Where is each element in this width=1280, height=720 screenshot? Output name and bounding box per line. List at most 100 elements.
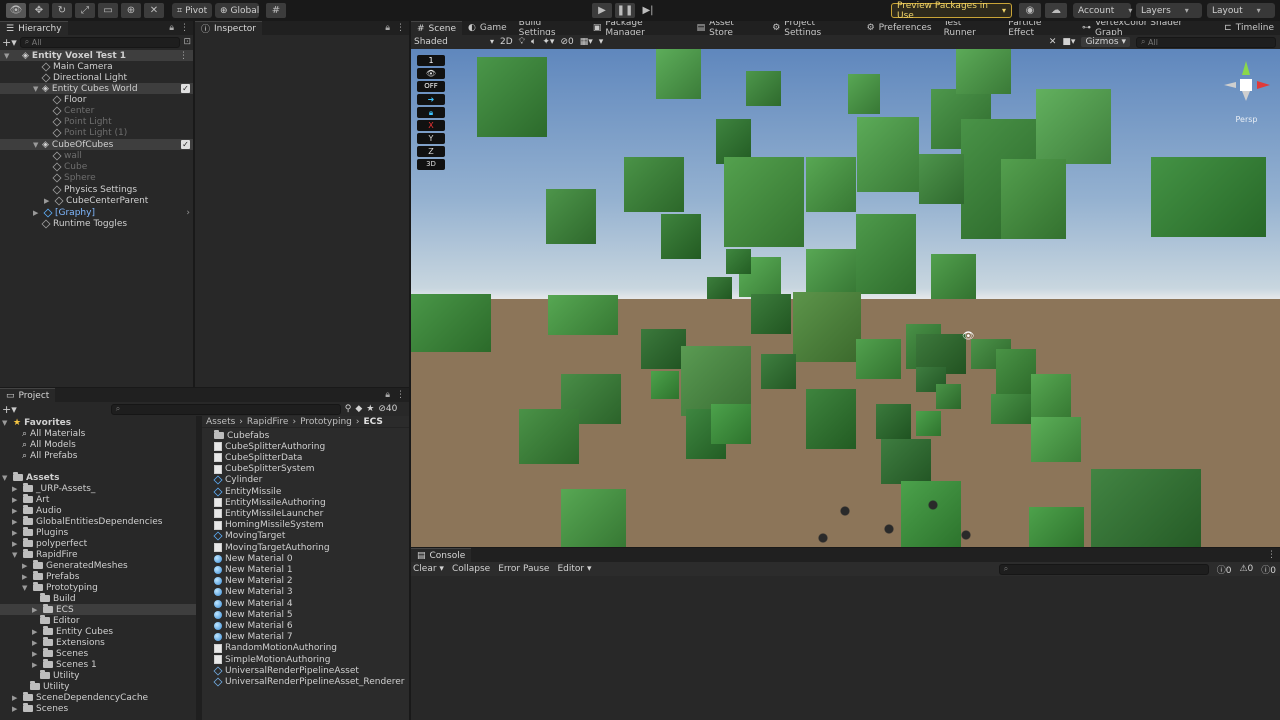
hierarchy-item-scene[interactable]: ▼ ◈ Entity Voxel Test 1 ⋮ [0, 50, 193, 61]
gizmos-dropdown[interactable]: Gizmos ▾ [1081, 37, 1130, 47]
scale-tool-icon[interactable]: ⤢ [75, 3, 95, 18]
chevron-right-icon[interactable]: ▶ [32, 661, 40, 669]
tab-build-settings[interactable]: Build Settings [513, 21, 587, 35]
account-dropdown[interactable]: Account [1073, 3, 1131, 18]
folder-item[interactable]: ▶ _URP-Assets_ [12, 483, 95, 494]
scene-search-input[interactable]: ⌕ All [1136, 36, 1276, 48]
tab-console[interactable]: ▤ Console [411, 548, 472, 562]
lock-icon[interactable]: 🔒︎ [385, 390, 390, 400]
tab-package-manager[interactable]: ▣ Package Manager [587, 21, 691, 35]
lock-icon[interactable]: 🔒︎ [417, 107, 445, 118]
cloud-icon[interactable]: ☁ [1045, 3, 1067, 18]
folder-item[interactable]: Editor [40, 615, 80, 626]
file-item[interactable]: CubeSplitterAuthoring [214, 441, 325, 452]
hierarchy-item[interactable]: Physics Settings [52, 184, 137, 195]
hierarchy-item[interactable]: Floor [52, 94, 86, 105]
file-item[interactable]: New Material 6 [214, 620, 293, 631]
tools-icon[interactable]: ✕ [1049, 37, 1057, 47]
lock-icon[interactable]: 🔒︎ [385, 23, 390, 33]
file-item[interactable]: SimpleMotionAuthoring [214, 654, 330, 665]
chevron-down-icon[interactable]: ▼ [12, 551, 20, 559]
hierarchy-item[interactable]: Runtime Toggles [41, 218, 127, 229]
folder-item[interactable]: Build [40, 593, 76, 604]
chevron-right-icon[interactable]: ▶ [12, 705, 20, 713]
scene-viewport[interactable]: 1 👁 OFF ➜ 🔒︎ X Y Z 3D Persp 👁 [411, 49, 1280, 547]
folder-item-selected[interactable]: ▶ ECS [0, 604, 196, 615]
clear-button[interactable]: Clear ▾ [413, 564, 444, 574]
chevron-right-icon[interactable]: ▶ [12, 529, 20, 537]
folder-item[interactable]: ▼ RapidFire [12, 549, 78, 560]
file-item[interactable]: UniversalRenderPipelineAsset [213, 665, 359, 676]
chevron-right-icon[interactable]: ▶ [12, 496, 20, 504]
hidden-packages-toggle[interactable]: ⊘40 [378, 404, 397, 414]
preview-packages-button[interactable]: Preview Packages in Use ▾ [891, 1, 1012, 21]
file-item[interactable]: CubeSplitterData [214, 452, 302, 463]
chevron-down-icon[interactable]: ▼ [22, 584, 30, 592]
chevron-right-icon[interactable]: ▶ [12, 507, 20, 515]
hidden-objects-toggle[interactable]: ⊘0 [560, 37, 573, 47]
chevron-right-icon[interactable]: ▶ [12, 694, 20, 702]
editor-dropdown[interactable]: Editor ▾ [557, 564, 591, 574]
tab-project-settings[interactable]: ⚙ Project Settings [766, 21, 860, 35]
breadcrumb-item[interactable]: RapidFire [247, 417, 289, 427]
collapse-button[interactable]: Collapse [452, 564, 490, 574]
tab-project[interactable]: ▭ Project [0, 388, 56, 402]
file-item[interactable]: RandomMotionAuthoring [214, 643, 337, 654]
eye-icon[interactable]: 👁 [417, 68, 445, 79]
scene-visibility-icon[interactable]: ⊡ [183, 37, 191, 47]
file-item[interactable]: New Material 1 [214, 564, 293, 575]
audio-icon[interactable]: 🔈︎ [531, 37, 536, 47]
subscene-checkbox[interactable]: ✓ [181, 140, 190, 149]
chevron-down-icon[interactable]: ▼ [33, 141, 41, 149]
breadcrumb-item[interactable]: Prototyping [300, 417, 352, 427]
folder-item[interactable]: ▶ Prefabs [22, 571, 79, 582]
tab-hierarchy[interactable]: ☰ Hierarchy [0, 21, 68, 35]
hierarchy-item[interactable]: Sphere [52, 172, 96, 183]
hierarchy-item[interactable]: Directional Light [41, 72, 127, 83]
chevron-right-icon[interactable]: ▶ [12, 518, 20, 526]
arrow-right-icon[interactable]: ➜ [417, 94, 445, 105]
rect-tool-icon[interactable]: ▭ [98, 3, 118, 18]
chevron-right-icon[interactable]: ▶ [12, 485, 20, 493]
favorites-header[interactable]: ▼ ★ Favorites [2, 417, 71, 428]
file-item[interactable]: MovingTarget [213, 531, 285, 542]
pivot-toggle[interactable]: ⌗ Pivot [172, 3, 212, 18]
file-item[interactable]: UniversalRenderPipelineAsset_Renderer [213, 676, 405, 687]
hierarchy-item[interactable]: Cube [52, 161, 87, 172]
subscene-checkbox[interactable]: ✓ [181, 84, 190, 93]
file-item[interactable]: New Material 5 [214, 609, 293, 620]
tab-game[interactable]: ◐ Game [462, 21, 513, 35]
favorite-item[interactable]: ⌕ All Prefabs [22, 450, 77, 461]
shading-dropdown[interactable]: Shaded ▾ [414, 37, 494, 47]
chevron-down-icon[interactable]: ▼ [33, 85, 41, 93]
chevron-down-icon[interactable]: ▼ [4, 52, 12, 60]
folder-item[interactable]: Utility [30, 681, 69, 692]
folder-item[interactable]: ▶ Extensions [32, 637, 105, 648]
add-icon[interactable]: +▾ [2, 36, 17, 49]
folder-item[interactable]: ▶ Art [12, 494, 49, 505]
hierarchy-item[interactable]: Center [52, 105, 94, 116]
file-item[interactable]: MovingTargetAuthoring [214, 542, 330, 553]
hierarchy-item[interactable]: ▼ ◈ Entity Cubes World ✓ [0, 83, 193, 94]
warning-count-toggle[interactable]: ⚠0 [1239, 564, 1253, 574]
tab-test-runner[interactable]: Test Runner [938, 21, 1003, 35]
chevron-right-icon[interactable]: ▶ [32, 628, 40, 636]
file-item[interactable]: EntityMissile [213, 486, 281, 497]
star-icon[interactable]: ★ [366, 404, 374, 414]
folder-item[interactable]: ▶ Audio [12, 505, 62, 516]
view-3d-button[interactable]: 3D [417, 159, 445, 170]
view-tool-icon[interactable]: 👁 [6, 3, 26, 18]
layout-dropdown[interactable]: Layout [1207, 3, 1275, 18]
file-item[interactable]: New Material 3 [214, 587, 293, 598]
chevron-right-icon[interactable]: ▶ [22, 573, 30, 581]
folder-item[interactable]: ▼ Prototyping [22, 582, 98, 593]
menu-kebab-icon[interactable]: ⋮ [396, 23, 405, 33]
breadcrumb-item-current[interactable]: ECS [364, 417, 383, 427]
menu-kebab-icon[interactable]: ⋮ [396, 390, 405, 400]
layers-dropdown[interactable]: Layers [1136, 3, 1202, 18]
file-item[interactable]: CubeSplitterSystem [214, 464, 315, 475]
folder-item[interactable]: ▶ Plugins [12, 527, 68, 538]
chevron-right-icon[interactable]: ▶ [32, 639, 40, 647]
overlay-off-button[interactable]: OFF [417, 81, 445, 92]
chevron-right-icon[interactable]: ▶ [12, 540, 20, 548]
